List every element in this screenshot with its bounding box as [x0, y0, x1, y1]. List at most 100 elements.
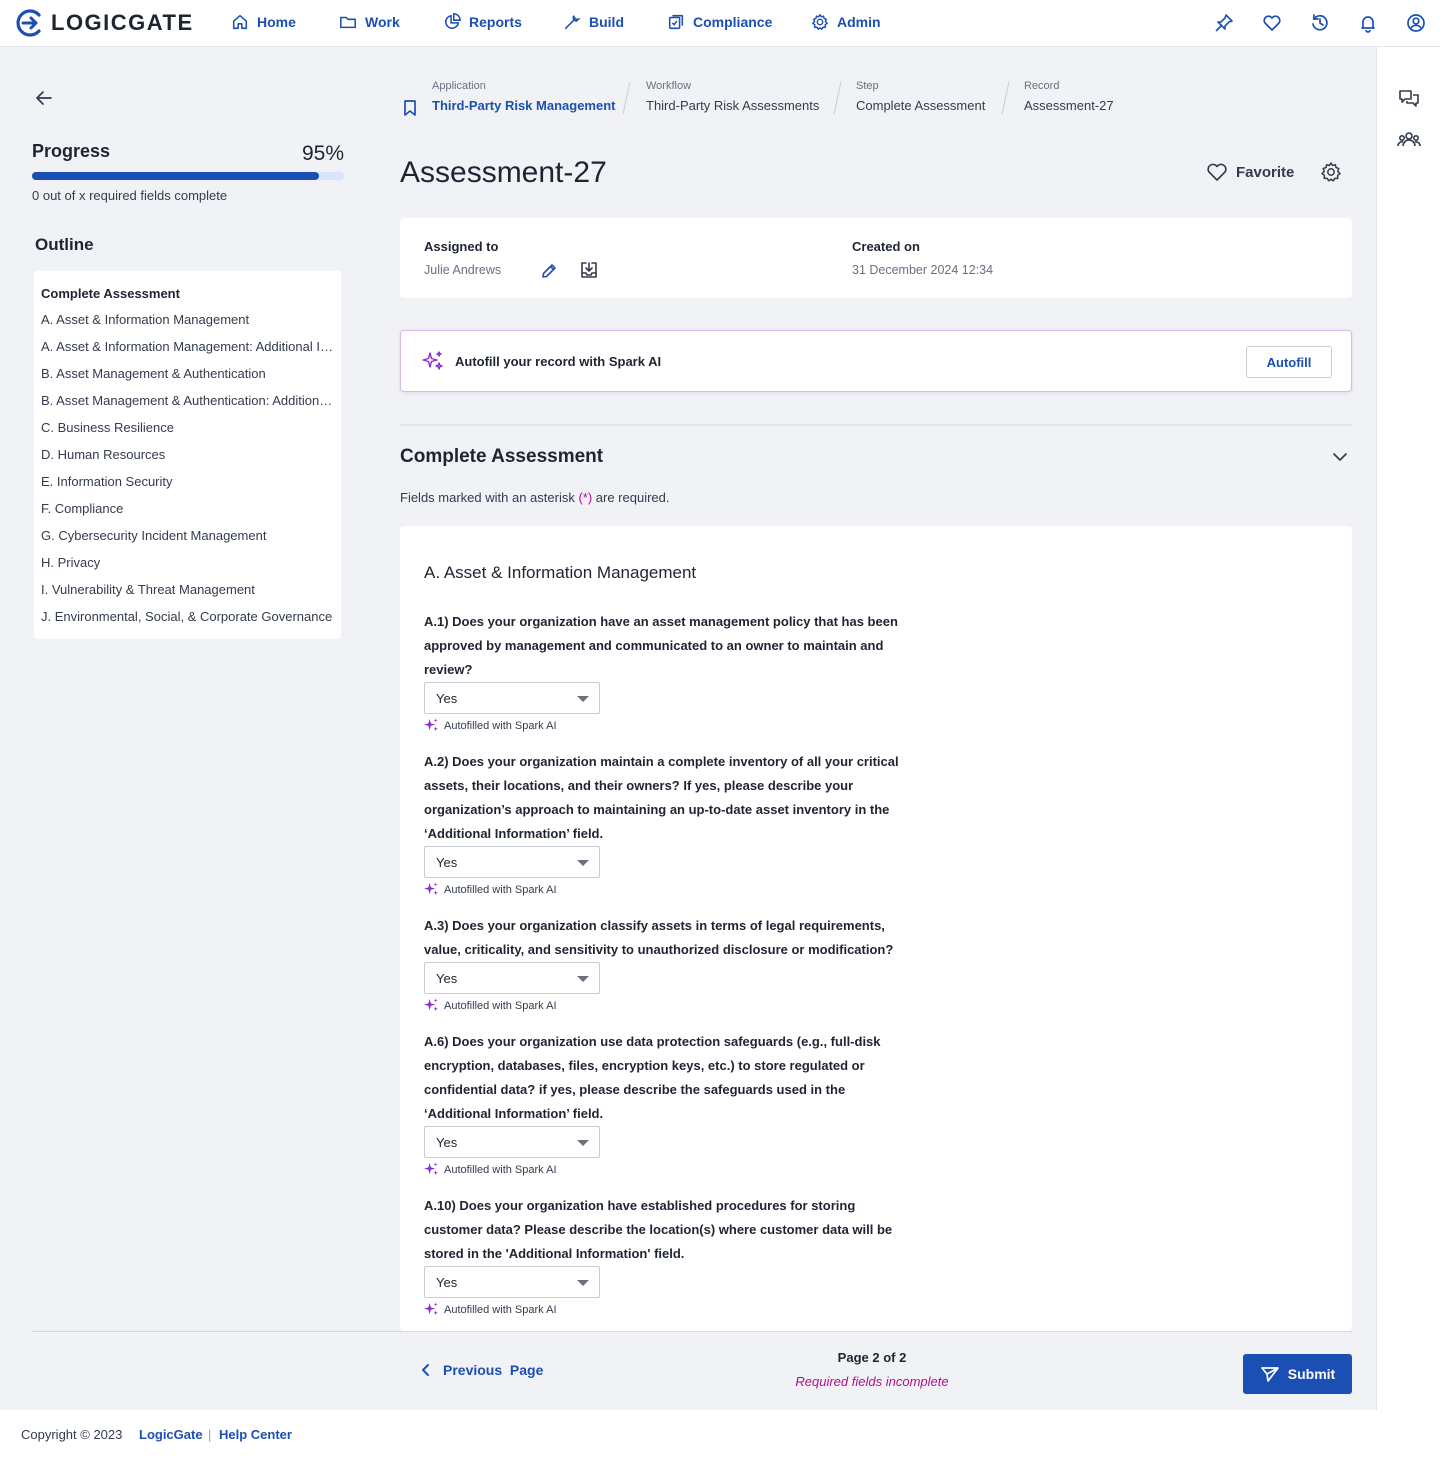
logicgate-logo-icon — [16, 9, 41, 37]
page-indicator: Page 2 of 2 — [837, 1350, 907, 1365]
autofill-note: Autofilled with Spark AI — [424, 998, 557, 1013]
outline-item[interactable]: G. Cybersecurity Incident Management — [41, 528, 335, 555]
required-note-post: are required. — [592, 490, 670, 505]
outline-item[interactable]: J. Environmental, Social, & Corporate Go… — [41, 609, 335, 636]
answer-select[interactable]: Yes — [424, 846, 600, 878]
question-text: A.6) Does your organization use data pro… — [424, 1034, 881, 1121]
previous-page-button[interactable]: Previous Page — [421, 1362, 543, 1378]
assigned-value: Julie Andrews — [424, 263, 502, 277]
favorite-button[interactable]: Favorite — [1206, 161, 1294, 183]
copyright: Copyright © 2023 — [21, 1427, 123, 1442]
logo[interactable]: LOGICGATE — [14, 8, 194, 38]
record-info-card: Assigned to Julie Andrews Created on 31 … — [400, 218, 1352, 298]
pin-icon[interactable] — [1214, 13, 1234, 33]
nav-home[interactable]: Home — [231, 13, 296, 31]
outline-item[interactable]: F. Compliance — [41, 501, 335, 528]
answer-value: Yes — [436, 971, 458, 986]
required-status: Required fields incomplete — [795, 1374, 949, 1389]
logicgate-link[interactable]: LogicGate — [139, 1427, 203, 1442]
divider — [32, 1331, 1352, 1332]
bell-icon[interactable] — [1358, 13, 1378, 33]
pencil-icon[interactable] — [540, 262, 558, 280]
outline-item[interactable]: A. Asset & Information Management: Addit… — [41, 339, 335, 366]
caret-down-icon — [577, 1280, 589, 1286]
autofill-note-text: Autofilled with Spark AI — [444, 719, 557, 732]
pie-chart-icon — [445, 13, 461, 29]
checklist-icon — [668, 14, 684, 30]
progress-bar — [32, 172, 344, 180]
progress-title: Progress — [32, 141, 111, 161]
sparkle-icon — [424, 998, 439, 1012]
help-center-link[interactable]: Help Center — [219, 1427, 292, 1442]
section-title: Complete Assessment — [400, 446, 604, 467]
page-title: Assessment-27 — [400, 156, 607, 189]
outline-item[interactable]: I. Vulnerability & Threat Management — [41, 582, 335, 609]
outline-title: Outline — [35, 235, 94, 254]
user-circle-icon[interactable] — [1406, 13, 1426, 33]
download-tray-icon[interactable] — [579, 260, 599, 280]
sparkle-icon — [424, 718, 439, 732]
subsection-title: A. Asset & Information Management — [424, 563, 697, 582]
submit-button[interactable]: Submit — [1243, 1354, 1352, 1394]
chat-icon[interactable] — [1397, 87, 1421, 111]
previous-page-label: Previous Page — [443, 1362, 544, 1378]
users-icon[interactable] — [1397, 128, 1421, 152]
progress-subtitle: 0 out of x required fields complete — [32, 188, 228, 203]
answer-select[interactable]: Yes — [424, 682, 600, 714]
nav-build[interactable]: Build — [563, 13, 624, 31]
breadcrumb-workflow-value[interactable]: Third-Party Risk Assessments — [646, 98, 819, 113]
question-text: A.1) Does your organization have an asse… — [424, 614, 898, 677]
outline-heading[interactable]: Complete Assessment — [41, 285, 335, 312]
heart-icon[interactable] — [1262, 13, 1282, 33]
autofill-note: Autofilled with Spark AI — [424, 882, 557, 897]
sparkle-icon — [422, 351, 443, 370]
created-value: 31 December 2024 12:34 — [852, 263, 994, 277]
breadcrumb-step-value[interactable]: Complete Assessment — [856, 98, 985, 113]
outline-item[interactable]: E. Information Security — [41, 474, 335, 501]
nav-work[interactable]: Work — [339, 13, 400, 31]
breadcrumb-separator — [622, 82, 631, 114]
outline-item[interactable]: A. Asset & Information Management — [41, 312, 335, 339]
breadcrumb-label: Record — [1024, 80, 1060, 92]
breadcrumb-label: Workflow — [646, 80, 692, 92]
answer-select[interactable]: Yes — [424, 962, 600, 994]
folder-icon — [340, 16, 356, 29]
chevron-down-icon[interactable] — [1330, 447, 1350, 467]
nav-build-label: Build — [589, 14, 624, 30]
history-icon[interactable] — [1310, 13, 1330, 33]
outline-item[interactable]: B. Asset Management & Authentication — [41, 366, 335, 393]
breadcrumb-application: Application Third-Party Risk Management — [432, 80, 616, 113]
answer-select[interactable]: Yes — [424, 1126, 600, 1158]
footer-separator: | — [208, 1427, 212, 1442]
questions-card: A. Asset & Information Management A.1) D… — [400, 526, 1352, 1331]
sparkle-icon — [424, 1162, 439, 1176]
nav-reports[interactable]: Reports — [443, 13, 522, 31]
nav-compliance[interactable]: Compliance — [667, 13, 772, 31]
caret-down-icon — [577, 696, 589, 702]
outline-item[interactable]: H. Privacy — [41, 555, 335, 582]
nav-compliance-label: Compliance — [693, 14, 773, 30]
breadcrumb-label: Application — [432, 80, 486, 92]
progress-bar-fill — [32, 172, 320, 180]
outline-item[interactable]: D. Human Resources — [41, 447, 335, 474]
outline-item[interactable]: C. Business Resilience — [41, 420, 335, 447]
top-navbar: LOGICGATE Home Work Reports Build Compli… — [0, 0, 1440, 47]
outline-item[interactable]: B. Asset Management & Authentication: Ad… — [41, 393, 335, 420]
required-note: Fields marked with an asterisk (*) are r… — [400, 490, 670, 505]
settings-gear-icon[interactable] — [1320, 161, 1342, 183]
caret-down-icon — [577, 976, 589, 982]
nav-reports-label: Reports — [469, 14, 522, 30]
autofill-button[interactable]: Autofill — [1246, 346, 1332, 378]
answer-select[interactable]: Yes — [424, 1266, 600, 1298]
breadcrumb-step: Step Complete Assessment — [856, 80, 985, 113]
breadcrumb-application-link[interactable]: Third-Party Risk Management — [432, 98, 616, 113]
breadcrumb-separator — [1001, 82, 1010, 114]
nav-work-label: Work — [365, 14, 400, 30]
breadcrumb-separator — [833, 82, 842, 114]
answer-value: Yes — [436, 1135, 458, 1150]
back-arrow-icon[interactable] — [34, 88, 54, 108]
nav-admin[interactable]: Admin — [811, 13, 881, 31]
autofill-banner: Autofill your record with Spark AI Autof… — [400, 330, 1352, 392]
autofill-note: Autofilled with Spark AI — [424, 718, 557, 733]
sparkle-icon — [424, 882, 439, 896]
